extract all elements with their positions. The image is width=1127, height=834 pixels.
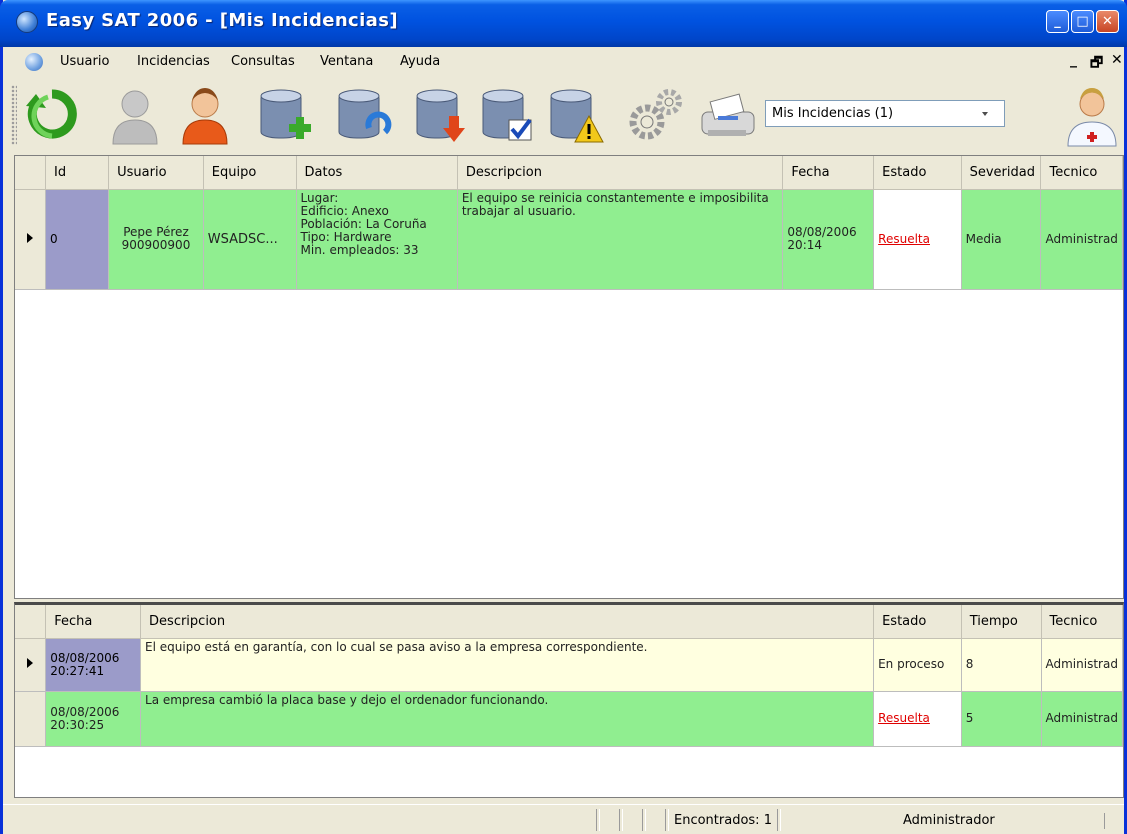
col-tiempo[interactable]: Tiempo	[961, 605, 1042, 639]
menu-consultas[interactable]: Consultas	[231, 54, 295, 69]
title-bar[interactable]: Easy SAT 2006 - [Mis Incidencias] _ □ ✕	[0, 0, 1127, 47]
history-header-row: Fecha Descripcion Estado Tiempo Tecnico	[15, 605, 1123, 639]
table-row[interactable]: 08/08/2006 20:27:41 El equipo está en ga…	[15, 638, 1123, 692]
col-fecha[interactable]: Fecha	[45, 605, 142, 639]
status-found-count: Encontrados: 1	[674, 813, 772, 828]
db-add-icon[interactable]	[253, 82, 317, 148]
view-select-value: Mis Incidencias (1)	[772, 106, 894, 121]
resize-grip[interactable]	[1104, 813, 1118, 829]
row-selector-header	[15, 156, 46, 190]
col-tecnico[interactable]: Tecnico	[1040, 156, 1123, 190]
cell-fecha[interactable]: 08/08/2006 20:14	[782, 189, 875, 290]
table-row[interactable]: 0 Pepe Pérez 900900900 WSADSC... Lugar: …	[15, 189, 1123, 290]
menu-bar: Usuario Incidencias Consultas Ventana Ay…	[3, 47, 1124, 77]
cell-estado[interactable]: Resuelta	[873, 189, 962, 290]
col-descripcion[interactable]: Descripcion	[140, 605, 875, 639]
close-button[interactable]: ✕	[1096, 10, 1119, 33]
row-selector[interactable]	[15, 638, 47, 692]
cell-descripcion[interactable]: La empresa cambió la placa base y dejo e…	[140, 691, 875, 747]
db-down-icon[interactable]	[409, 82, 473, 148]
table-row[interactable]: 08/08/2006 20:30:25 La empresa cambió la…	[15, 691, 1123, 747]
col-equipo[interactable]: Equipo	[203, 156, 297, 190]
cell-estado[interactable]: Resuelta	[873, 691, 962, 747]
cell-fecha[interactable]: 08/08/2006 20:27:41	[45, 638, 142, 692]
doctor-icon[interactable]	[1060, 82, 1124, 148]
history-grid[interactable]: Fecha Descripcion Estado Tiempo Tecnico …	[14, 602, 1124, 798]
status-separator	[619, 809, 623, 831]
col-tecnico[interactable]: Tecnico	[1041, 605, 1123, 639]
incidents-grid[interactable]: Id Usuario Equipo Datos Descripcion Fech…	[14, 155, 1124, 599]
col-id[interactable]: Id	[45, 156, 110, 190]
cell-descripcion[interactable]: El equipo se reinicia constantemente e i…	[457, 189, 784, 290]
cell-usuario[interactable]: Pepe Pérez 900900900	[108, 189, 204, 290]
cell-id[interactable]: 0	[45, 189, 110, 290]
cell-tecnico[interactable]: Administrad	[1040, 189, 1123, 290]
status-bar: Encontrados: 1 Administrador	[3, 804, 1124, 834]
user-gray-icon[interactable]	[103, 82, 167, 148]
cell-tiempo[interactable]: 5	[961, 691, 1042, 747]
col-estado[interactable]: Estado	[873, 605, 962, 639]
estado-link[interactable]: Resuelta	[878, 711, 930, 725]
chevron-down-icon[interactable]	[969, 102, 1003, 125]
menu-usuario[interactable]: Usuario	[60, 54, 109, 69]
current-row-arrow-icon	[27, 232, 33, 243]
gears-icon[interactable]	[623, 82, 687, 148]
status-separator	[665, 809, 669, 831]
mdi-close-button[interactable]: ✕	[1111, 52, 1123, 68]
menu-incidencias[interactable]: Incidencias	[137, 54, 210, 69]
mdi-minimize-button[interactable]: _	[1070, 52, 1077, 68]
view-select[interactable]: Mis Incidencias (1)	[765, 100, 1005, 127]
db-check-icon[interactable]	[475, 82, 539, 148]
cell-tiempo[interactable]: 8	[961, 638, 1042, 692]
db-warning-icon[interactable]	[543, 82, 607, 148]
toolbar: Mis Incidencias (1)	[3, 77, 1124, 154]
db-refresh-icon[interactable]	[331, 82, 395, 148]
current-row-arrow-icon	[27, 658, 34, 668]
app-window: Easy SAT 2006 - [Mis Incidencias] _ □ ✕ …	[0, 0, 1127, 834]
cell-estado[interactable]: En proceso	[873, 638, 962, 692]
status-separator	[642, 809, 646, 831]
app-icon	[16, 11, 38, 33]
cell-descripcion[interactable]: El equipo está en garantía, con lo cual …	[140, 638, 875, 692]
incidents-header-row: Id Usuario Equipo Datos Descripcion Fech…	[15, 156, 1123, 190]
cell-tecnico[interactable]: Administrad	[1041, 691, 1123, 747]
minimize-button[interactable]: _	[1046, 10, 1069, 33]
col-severidad[interactable]: Severidad	[961, 156, 1042, 190]
menu-ayuda[interactable]: Ayuda	[400, 54, 440, 69]
printer-icon[interactable]	[696, 82, 760, 148]
menu-ventana[interactable]: Ventana	[320, 54, 373, 69]
toolbar-grip[interactable]	[11, 85, 17, 145]
status-separator	[777, 809, 781, 831]
row-selector[interactable]	[15, 189, 46, 290]
row-selector-header	[15, 605, 47, 639]
cell-tecnico[interactable]: Administrad	[1041, 638, 1123, 692]
estado-link[interactable]: Resuelta	[878, 232, 930, 246]
user-orange-icon[interactable]	[173, 82, 237, 148]
status-user: Administrador	[903, 813, 995, 828]
col-datos[interactable]: Datos	[296, 156, 458, 190]
cell-equipo[interactable]: WSADSC...	[203, 189, 297, 290]
col-estado[interactable]: Estado	[873, 156, 962, 190]
col-descripcion[interactable]: Descripcion	[457, 156, 784, 190]
cell-fecha[interactable]: 08/08/2006 20:30:25	[45, 691, 142, 747]
col-fecha[interactable]: Fecha	[782, 156, 875, 190]
window-title: Easy SAT 2006 - [Mis Incidencias]	[46, 10, 398, 31]
col-usuario[interactable]: Usuario	[108, 156, 204, 190]
status-separator	[596, 809, 600, 831]
cell-datos[interactable]: Lugar: Edificio: Anexo Población: La Cor…	[296, 189, 458, 290]
cell-severidad[interactable]: Media	[961, 189, 1042, 290]
row-selector[interactable]	[15, 691, 47, 747]
maximize-button[interactable]: □	[1071, 10, 1094, 33]
mdi-child-icon[interactable]	[25, 53, 43, 71]
mdi-restore-button[interactable]: 🗗	[1090, 52, 1103, 76]
refresh-icon[interactable]	[20, 82, 84, 148]
